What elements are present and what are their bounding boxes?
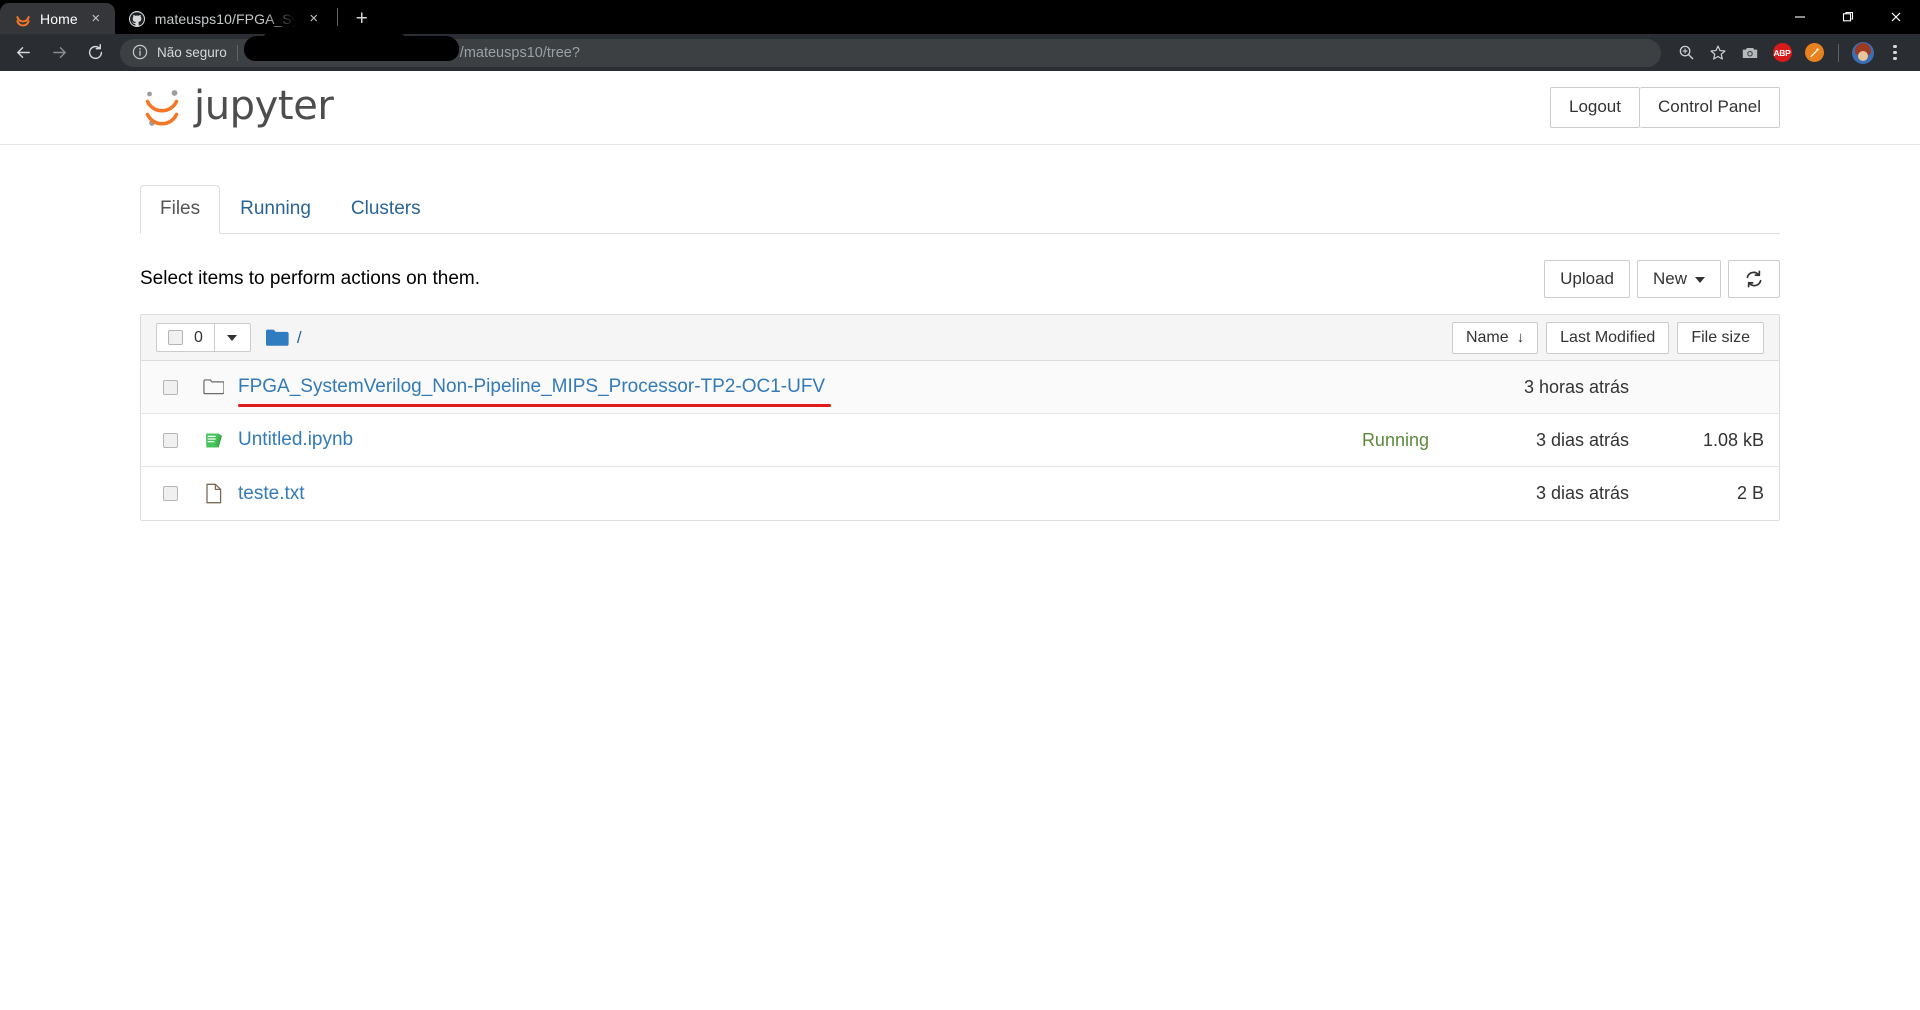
notebook-icon — [201, 431, 226, 450]
zoom-search-icon[interactable] — [1671, 38, 1701, 68]
jupyter-tab-bar: Files Running Clusters — [140, 185, 1780, 234]
row-size-label: 1.08 kB — [1702, 429, 1764, 450]
browser-tabstrip: Home × mateusps10/FPGA_SystemVerilog × + — [0, 0, 1920, 34]
row-status-label: Running — [1361, 429, 1429, 450]
select-all-dropdown-button[interactable] — [214, 323, 251, 353]
url-path-text: /mateusps10/tree? — [459, 44, 580, 61]
minimize-button[interactable] — [1776, 0, 1824, 34]
action-row: Select items to perform actions on them.… — [140, 260, 1780, 299]
folder-outline-icon — [201, 378, 226, 396]
window-controls — [1776, 0, 1920, 34]
select-all-group: 0 — [156, 323, 251, 353]
bookmark-star-icon[interactable] — [1703, 38, 1733, 68]
sort-by-last-modified-button[interactable]: Last Modified — [1546, 321, 1670, 354]
close-icon[interactable]: × — [305, 10, 323, 28]
close-window-button[interactable] — [1872, 0, 1920, 34]
tabstrip-divider — [336, 8, 338, 26]
logout-button[interactable]: Logout — [1549, 87, 1640, 128]
file-toolbar-left: 0 / — [156, 323, 302, 353]
adblock-plus-badge-label: ABP — [1772, 43, 1792, 62]
sort-by-name-button[interactable]: Name ↓ — [1451, 321, 1539, 354]
file-link[interactable]: FPGA_SystemVerilog_Non-Pipeline_MIPS_Pro… — [238, 376, 832, 408]
row-checkbox[interactable] — [163, 432, 178, 448]
reload-icon[interactable] — [78, 38, 112, 68]
close-icon[interactable]: × — [87, 10, 105, 28]
file-name-label: teste.txt — [238, 482, 305, 504]
file-icon — [201, 483, 226, 504]
tab-files[interactable]: Files — [140, 185, 221, 234]
folder-icon — [265, 328, 289, 347]
omnibox-divider — [236, 44, 238, 61]
security-status-label: Não seguro — [157, 45, 227, 60]
action-buttons: Upload New — [1544, 260, 1780, 299]
tab-running[interactable]: Running — [220, 185, 331, 234]
file-link[interactable]: Untitled.ipynb — [238, 429, 353, 451]
table-row[interactable]: Untitled.ipynb Running 3 dias atrás 1.08… — [141, 414, 1779, 468]
annotation-underline — [238, 403, 832, 408]
action-hint-text: Select items to perform actions on them. — [140, 268, 481, 290]
back-arrow-icon[interactable] — [6, 38, 40, 68]
info-circle-icon[interactable] — [132, 44, 149, 61]
address-bar[interactable]: Não seguro /mateusps10/tree? — [120, 32, 1661, 67]
row-checkbox[interactable] — [163, 379, 178, 395]
browser-tab-home[interactable]: Home × — [0, 3, 115, 34]
new-dropdown-button[interactable]: New — [1636, 260, 1721, 299]
row-modified-label: 3 horas atrás — [1523, 376, 1629, 397]
table-row[interactable]: teste.txt 3 dias atrás 2 B — [141, 467, 1779, 520]
sort-name-label: Name — [1465, 328, 1509, 346]
toolbar-divider — [1838, 43, 1839, 62]
jupyter-logo-icon — [140, 84, 188, 132]
browser-chrome: Home × mateusps10/FPGA_SystemVerilog × + — [0, 0, 1920, 71]
sort-by-file-size-button[interactable]: File size — [1677, 321, 1764, 354]
browser-extension-icons: ABP — [1671, 38, 1910, 68]
select-all-box[interactable]: 0 — [156, 323, 215, 353]
sort-buttons: Name ↓ Last Modified File size — [1451, 321, 1764, 354]
new-dropdown-label: New — [1652, 269, 1687, 288]
upload-button[interactable]: Upload — [1544, 260, 1630, 299]
url-redaction-overlay — [243, 32, 459, 61]
row-checkbox[interactable] — [163, 486, 178, 502]
selected-count-label: 0 — [194, 328, 203, 346]
browser-toolbar: Não seguro /mateusps10/tree? ABP — [0, 32, 1920, 71]
file-name-label: FPGA_SystemVerilog_Non-Pipeline_MIPS_Pro… — [238, 376, 826, 398]
github-icon — [129, 10, 146, 27]
chevron-down-icon — [227, 334, 238, 341]
file-name-label: Untitled.ipynb — [238, 429, 354, 451]
jupyter-icon — [14, 10, 31, 27]
chevron-down-icon — [1695, 276, 1705, 283]
file-list-panel: 0 / Name ↓ Last Modified File size FPGA_… — [140, 314, 1780, 522]
control-panel-button[interactable]: Control Panel — [1639, 87, 1780, 128]
profile-avatar-icon[interactable] — [1848, 38, 1878, 68]
browser-tab-title: mateusps10/FPGA_SystemVerilog — [154, 10, 296, 27]
forward-arrow-icon[interactable] — [42, 38, 76, 68]
browser-tab-github[interactable]: mateusps10/FPGA_SystemVerilog × — [114, 3, 333, 34]
address-bar-url: /mateusps10/tree? — [243, 32, 580, 61]
camera-icon[interactable] — [1735, 38, 1765, 68]
jupyter-content: Files Running Clusters Select items to p… — [0, 185, 1920, 522]
chrome-menu-icon[interactable] — [1880, 38, 1910, 68]
browser-tab-title: Home — [40, 10, 78, 27]
row-modified-label: 3 dias atrás — [1535, 483, 1629, 504]
file-list-toolbar: 0 / Name ↓ Last Modified File size — [141, 315, 1779, 362]
row-size-label: 2 B — [1736, 483, 1764, 504]
jupyter-logo[interactable]: jupyter — [140, 82, 334, 132]
row-modified-label: 3 dias atrás — [1535, 429, 1629, 450]
jupyter-header: jupyter Logout Control Panel — [0, 71, 1920, 145]
orange-extension-icon[interactable] — [1799, 38, 1829, 68]
refresh-icon — [1744, 269, 1764, 289]
refresh-button[interactable] — [1728, 260, 1780, 299]
sort-descending-arrow-icon: ↓ — [1516, 329, 1525, 347]
breadcrumb-root-label[interactable]: / — [297, 328, 302, 348]
table-row[interactable]: FPGA_SystemVerilog_Non-Pipeline_MIPS_Pro… — [141, 361, 1779, 415]
breadcrumb[interactable]: / — [265, 328, 302, 348]
adblock-plus-icon[interactable]: ABP — [1767, 38, 1797, 68]
file-link[interactable]: teste.txt — [238, 483, 305, 505]
maximize-button[interactable] — [1824, 0, 1872, 34]
jupyter-page: jupyter Logout Control Panel Files Runni… — [0, 71, 1920, 1010]
jupyter-logo-text: jupyter — [194, 82, 334, 129]
new-tab-button[interactable]: + — [347, 3, 377, 33]
select-all-checkbox[interactable] — [168, 330, 183, 346]
jupyter-header-buttons: Logout Control Panel — [1549, 87, 1780, 128]
tab-clusters[interactable]: Clusters — [331, 185, 441, 234]
